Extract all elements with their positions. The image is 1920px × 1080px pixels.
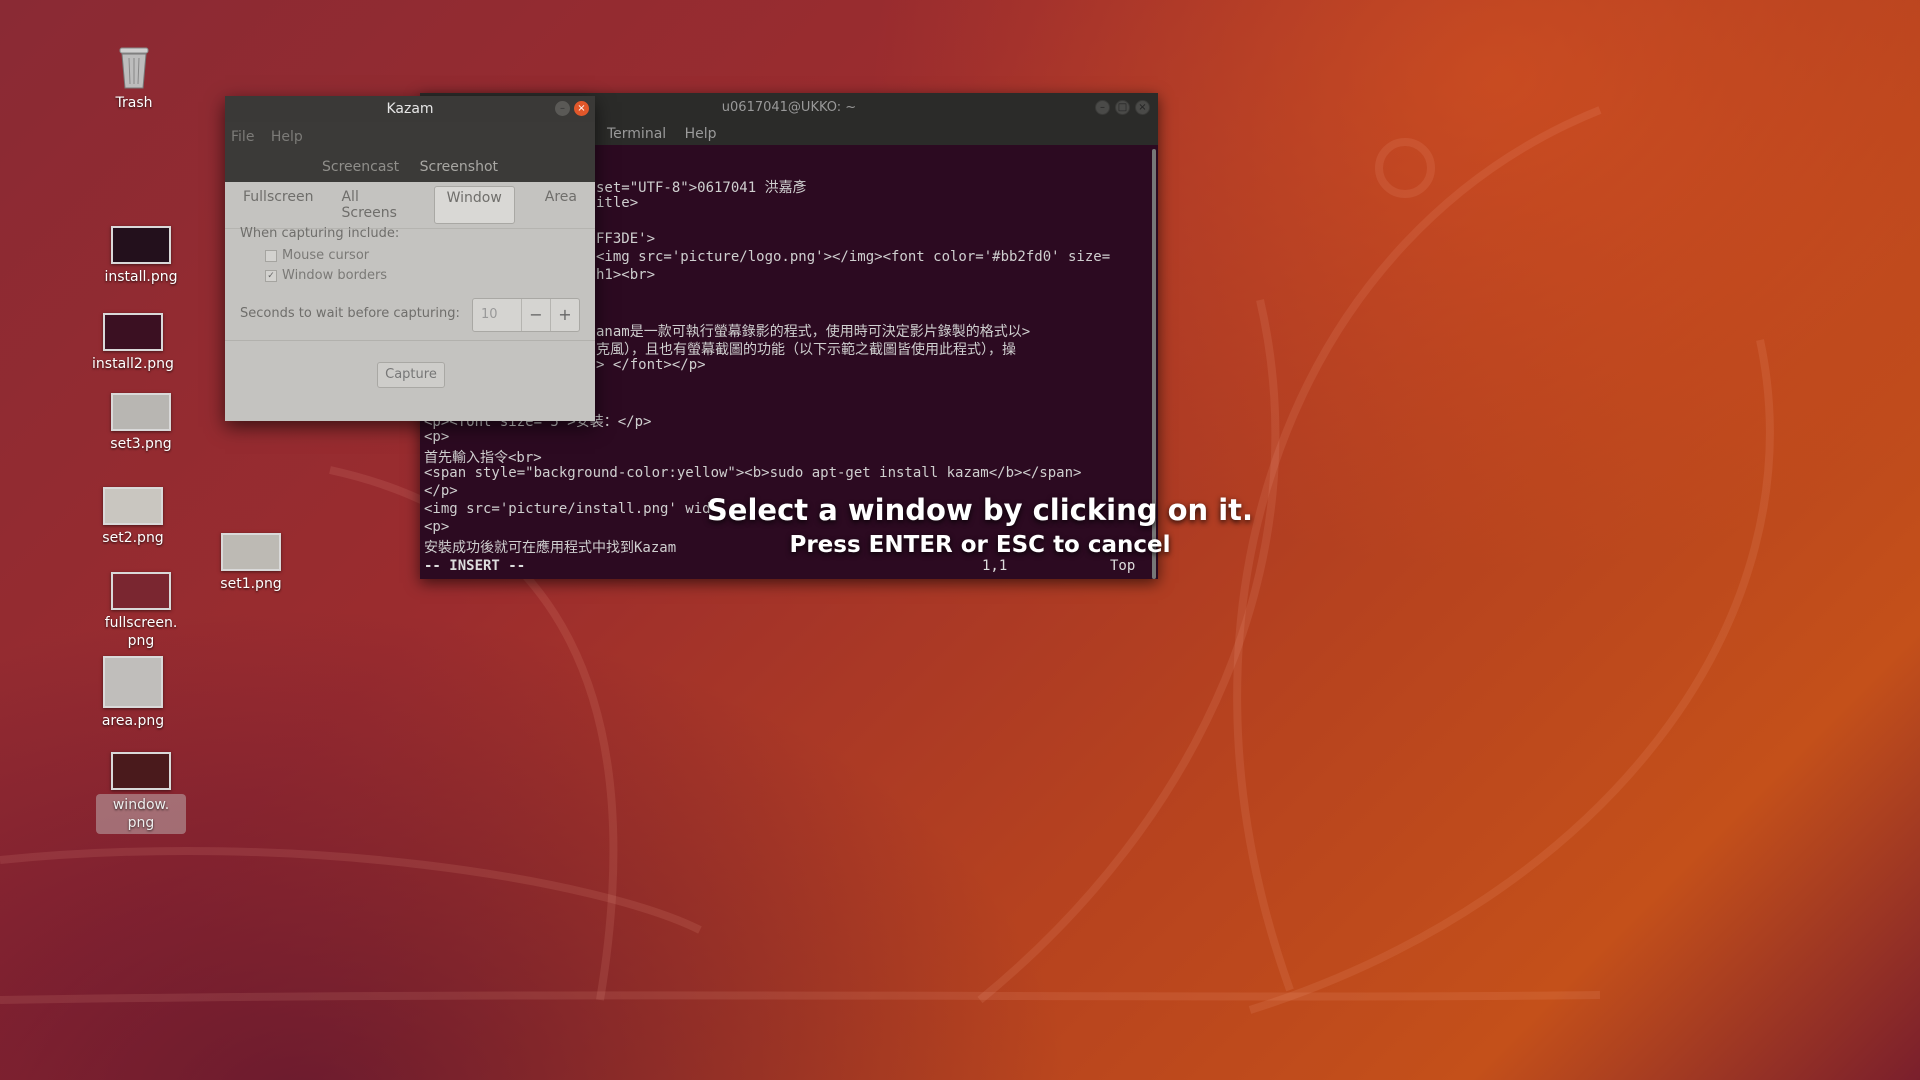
mode-screenshot[interactable]: Screenshot [412,159,506,175]
kazam-content: Fullscreen All Screens Window Area When … [225,182,595,421]
terminal-line: anam是一款可執行螢幕錄影的程式，使用時可決定影片錄製的格式以> [596,324,1031,340]
tab-area[interactable]: Area [533,186,589,224]
close-icon[interactable]: × [574,101,589,116]
terminal-line: 首先輸入指令<br> [424,450,542,466]
scroll-position: Top [1110,558,1136,574]
terminal-line: <p> [424,429,450,445]
cursor-position: 1,1 [982,558,1008,574]
terminal-line: <img src='picture/logo.png'></img><font … [596,249,1111,265]
tab-fullscreen[interactable]: Fullscreen [231,186,325,224]
terminal-line: </p> [424,483,458,499]
delay-stepper[interactable]: 10 − + [472,298,580,332]
kazam-menubar: File Help [225,122,595,152]
terminal-title: u0617041@UKKO: ~ [721,100,857,115]
close-icon[interactable]: × [1135,100,1150,115]
desktop-icon-set3-png[interactable]: set3.png [96,393,186,453]
delay-label: Seconds to wait before capturing: [240,306,460,321]
image-file-icon [221,533,281,571]
image-file-icon [103,656,163,708]
menu-help[interactable]: Help [271,129,303,145]
image-file-icon [111,393,171,431]
desktop-icon-label: fullscreen. png [104,615,178,649]
desktop-icon-label: Trash [115,95,153,111]
overlay-instruction: Select a window by clicking on it. [706,493,1254,527]
divider [225,340,595,341]
decrement-button[interactable]: − [522,299,551,331]
desktop-icon-install2-png[interactable]: install2.png [88,313,178,373]
menu-help[interactable]: Help [685,126,717,142]
terminal-line: FF3DE'> [596,231,656,247]
kazam-title: Kazam [386,101,434,117]
desktop-icon-label: set1.png [220,576,282,592]
menu-file[interactable]: File [231,129,254,145]
desktop-icon-area-png[interactable]: area.png [88,656,178,730]
vim-statusbar: -- INSERT -- 1,1 Top [424,558,1150,574]
capture-button[interactable]: Capture [377,362,445,388]
capture-source-tabs: Fullscreen All Screens Window Area [225,182,595,229]
desktop-icon-window-png[interactable]: window. png [96,752,186,834]
desktop-icon-label: set3.png [110,436,172,452]
tab-window[interactable]: Window [433,186,515,224]
terminal-line: 安裝成功後就可在應用程式中找到Kazam [424,540,677,556]
desktop-icon-label: install2.png [92,356,174,372]
image-file-icon [103,313,163,351]
minimize-icon[interactable]: – [555,101,570,116]
menu-terminal[interactable]: Terminal [607,126,666,142]
terminal-line: <p> [424,519,450,535]
mouse-cursor-label: Mouse cursor [282,248,370,263]
vim-mode: -- INSERT -- [424,558,526,574]
tab-all-screens[interactable]: All Screens [329,186,429,224]
window-borders-checkbox[interactable]: ✓ Window borders [265,268,387,283]
image-file-icon [111,572,171,610]
mode-screencast[interactable]: Screencast [314,159,407,175]
image-file-icon [103,487,163,525]
checkbox-checked-icon: ✓ [265,269,277,282]
desktop-icon-install-png[interactable]: install.png [96,226,186,286]
mouse-cursor-checkbox[interactable]: Mouse cursor [265,248,369,263]
delay-input[interactable]: 10 [473,299,522,331]
overlay-cancel-hint: Press ENTER or ESC to cancel [789,532,1171,558]
terminal-line: itle> [596,195,639,211]
kazam-mode-switch: Screencast Screenshot [225,152,595,182]
terminal-line: <img src='picture/install.png' wid [424,501,711,517]
terminal-line: <span style="background-color:yellow"><b… [424,465,1082,481]
terminal-line: set="UTF-8">0617041 洪嘉彥 [596,180,807,196]
window-select-overlay: Select a window by clicking on it. Press… [700,492,1260,560]
image-file-icon [111,752,171,790]
desktop-icon-label: window. png [96,794,186,834]
terminal-line: 克風），且也有螢幕截圖的功能（以下示範之截圖皆使用此程式），操 [596,342,1016,358]
desktop-icon-trash[interactable]: Trash [89,44,179,112]
desktop-icon-set1-png[interactable]: set1.png [206,533,296,593]
terminal-line: h1><br> [596,267,656,283]
maximize-icon[interactable]: □ [1115,100,1130,115]
desktop-icon-set2-png[interactable]: set2.png [88,487,178,547]
desktop-icon-label: install.png [104,269,178,285]
desktop-icon-label: set2.png [102,530,164,546]
trash-icon [117,44,151,90]
minimize-icon[interactable]: – [1095,100,1110,115]
desktop-icon-fullscreen-png[interactable]: fullscreen. png [96,572,186,650]
terminal-line: > </font></p> [596,357,706,373]
desktop-icon-label: area.png [101,713,165,729]
kazam-titlebar[interactable]: Kazam – × [225,96,595,122]
checkbox-unchecked-icon [265,249,277,262]
image-file-icon [111,226,171,264]
include-heading: When capturing include: [240,226,400,241]
increment-button[interactable]: + [551,299,579,331]
kazam-window[interactable]: Kazam – × File Help Screencast Screensho… [225,96,595,421]
window-borders-label: Window borders [282,268,388,283]
